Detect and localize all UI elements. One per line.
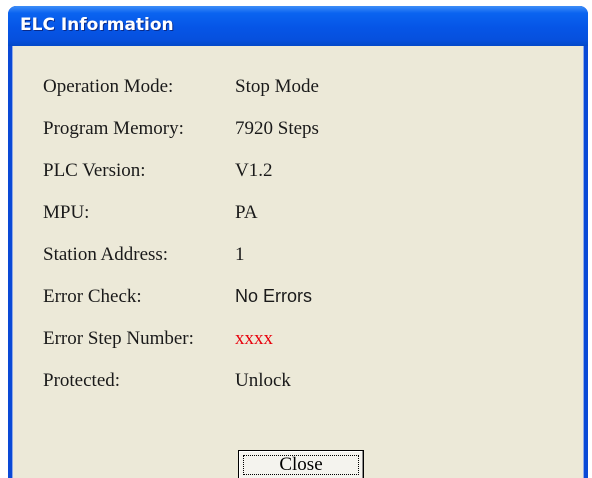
error-check-label: Error Check: (43, 286, 142, 307)
mpu-label: MPU: (43, 202, 90, 223)
dialog-title: ELC Information (20, 15, 174, 35)
error-check-value: No Errors (235, 286, 313, 306)
protected-value: Unlock (235, 370, 291, 391)
dialog-body: Operation Mode: Stop Mode Program Memory… (12, 46, 584, 478)
program-memory-label: Program Memory: (43, 118, 184, 139)
elc-information-dialog: ELC Information Operation Mode: Stop Mod… (8, 6, 588, 478)
mpu-value: PA (235, 202, 258, 223)
program-memory-value: 7920 Steps (235, 118, 319, 139)
close-button-label: Close (279, 454, 323, 475)
operation-mode-label: Operation Mode: (43, 76, 174, 97)
error-step-number-value: xxxx (235, 328, 273, 349)
operation-mode-value: Stop Mode (235, 76, 319, 97)
protected-label: Protected: (43, 370, 121, 391)
station-address-value: 1 (235, 244, 245, 265)
close-button[interactable]: Close (238, 450, 364, 478)
plc-version-label: PLC Version: (43, 160, 146, 181)
title-bar[interactable]: ELC Information (8, 6, 588, 46)
station-address-label: Station Address: (43, 244, 169, 265)
plc-version-value: V1.2 (235, 160, 273, 181)
error-step-number-label: Error Step Number: (43, 328, 194, 349)
